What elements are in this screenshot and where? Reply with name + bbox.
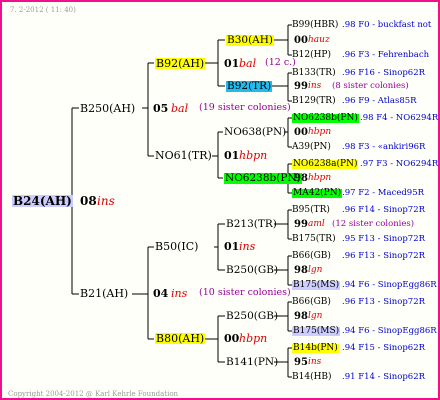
g3-id: NO638(PN) <box>224 126 287 138</box>
g3-id: B141(PN) <box>226 356 279 368</box>
g4-gen: 00 <box>294 35 308 46</box>
g3-id: B92(TR) <box>226 80 273 92</box>
g3-gen: 01 <box>224 57 240 70</box>
g4-gen: 98 <box>294 311 308 322</box>
g4-detail: .98 F3 - «ankiri96R <box>342 142 426 152</box>
root-gen: 08 <box>80 194 97 208</box>
g3-type: ins <box>239 240 256 253</box>
g4-detail: .97 F3 - NO6294R <box>360 159 439 169</box>
g4-detail: .94 F6 - SinopEgg86R <box>342 326 437 336</box>
g4-detail: .96 F9 - Atlas85R <box>342 96 417 106</box>
root-id: B24(AH) <box>12 194 73 208</box>
g4-type: lgn <box>308 311 323 321</box>
g4-ancestor: B133(TR) <box>292 68 336 78</box>
g3-type: bal <box>239 57 257 70</box>
g4-ancestor: B66(GB) <box>292 251 331 261</box>
g4-detail: .91 F14 - Sinop62R <box>342 372 425 382</box>
g4-detail: .96 F13 - Sinop72R <box>342 251 425 261</box>
g1-gen: 05 <box>153 102 169 115</box>
g4-detail: .96 F13 - Sinop72R <box>342 297 425 307</box>
g4-gen: 95 <box>294 357 308 368</box>
g4-detail: .97 F2 - Maced95R <box>342 188 425 198</box>
g4-type: aml <box>308 219 325 229</box>
g3-id: B30(AH) <box>226 34 275 46</box>
g4-gen: 99 <box>294 81 308 92</box>
g4-detail: .95 F13 - Sinop72R <box>342 234 425 244</box>
g1-id: B21(AH) <box>80 287 129 300</box>
g4-detail: .96 F16 - Sinop62R <box>342 68 425 78</box>
g4-ancestor: NO6238b(PN) <box>292 113 359 123</box>
pedigree-chart: 7. 2-2012 ( 11: 40) B24(AH) 08 ins B250(AH)… <box>0 0 440 400</box>
g4-detail: .94 F15 - Sinop62R <box>342 343 425 353</box>
g2-id: B50(IC) <box>155 240 199 253</box>
g1-type: ins <box>171 287 188 300</box>
g3-id: B213(TR) <box>226 218 277 230</box>
g3-type: hbpn <box>239 149 268 162</box>
g1-note: (19 sister colonies) <box>199 102 291 113</box>
g3-gen: 01 <box>224 149 240 162</box>
timestamp: 7. 2-2012 ( 11: 40) <box>10 6 76 14</box>
g4-ancestor: NO6238a(PN) <box>292 159 359 169</box>
g4-type: lgn <box>308 265 323 275</box>
g2-id: B80(AH) <box>155 332 206 345</box>
g3-id: NO6238b(PN) <box>224 172 302 184</box>
g2-id: B92(AH) <box>155 57 206 70</box>
g2-id: NO61(TR) <box>155 149 212 162</box>
g4-gen: 98 <box>294 173 308 184</box>
g1-note: (10 sister colonies) <box>199 287 291 298</box>
g1-type: bal <box>171 102 189 115</box>
g4-ancestor: B175(MS) <box>292 326 341 336</box>
g4-detail: .96 F14 - Sinop72R <box>342 205 425 215</box>
g4-type: hbpn <box>308 127 332 137</box>
g1-gen: 04 <box>153 287 169 300</box>
g4-gen: 00 <box>294 127 308 138</box>
g4-ancestor: B99(HBR) <box>292 20 339 30</box>
g4-type: hbpn <box>308 173 332 183</box>
g4-detail: .98 F0 - buckfast not <box>342 20 432 30</box>
g4-ancestor: B66(GB) <box>292 297 331 307</box>
g4-ancestor: MA42(PN) <box>292 188 343 198</box>
g4-ancestor: B129(TR) <box>292 96 336 106</box>
g4-type: ins <box>308 81 322 91</box>
g4-ancestor: B175(MS) <box>292 280 341 290</box>
root-type: ins <box>97 194 115 208</box>
copyright: Copyright 2004-2012 @ Karl Kehrle Founda… <box>8 390 179 398</box>
g3-id: B250(GB) <box>226 264 279 276</box>
g1-id: B250(AH) <box>80 102 136 115</box>
g4-detail: .94 F6 - SinopEgg86R <box>342 280 437 290</box>
g4-ancestor: B14b(PN) <box>292 343 339 353</box>
g4-gen: 98 <box>294 265 308 276</box>
g4-ancestor: B175(TR) <box>292 234 336 244</box>
g4-type: hauz <box>308 35 330 45</box>
g4-note: (12 sister colonies) <box>332 219 415 229</box>
g4-detail: .96 F3 - Fehrenbach <box>342 50 430 60</box>
g4-note: (8 sister colonies) <box>332 81 409 91</box>
g4-ancestor: A39(PN) <box>292 142 331 152</box>
g4-ancestor: B12(HP) <box>292 50 331 60</box>
g4-detail: .98 F4 - NO6294R <box>360 113 439 123</box>
g3-gen: 00 <box>224 332 240 345</box>
g4-ancestor: B14(HB) <box>292 372 332 382</box>
g4-type: ins <box>308 357 322 367</box>
g3-gen: 01 <box>224 240 240 253</box>
g4-gen: 99 <box>294 219 308 230</box>
g3-id: B250(GB) <box>226 310 279 322</box>
g3-type: hbpn <box>239 332 268 345</box>
g4-ancestor: B95(TR) <box>292 205 330 215</box>
